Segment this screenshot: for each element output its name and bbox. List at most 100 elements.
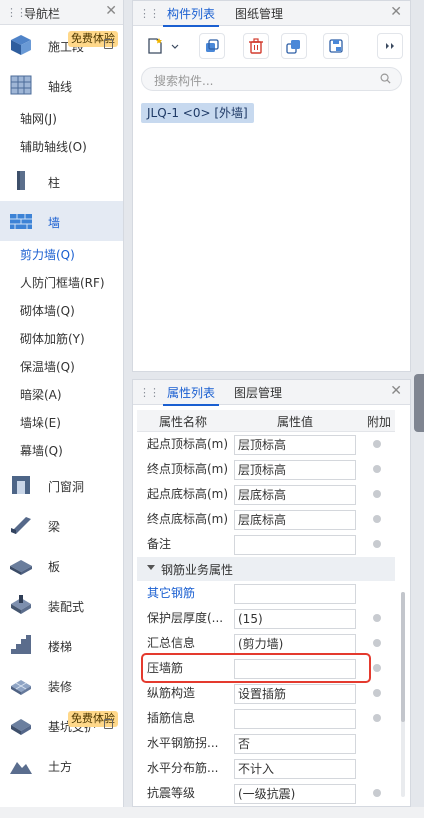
tab-property-list[interactable]: 属性列表 <box>162 384 220 406</box>
nav-category-foundation-pit[interactable]: 基坑支护 免费体验 <box>0 705 123 745</box>
extra-checkbox[interactable] <box>373 789 381 797</box>
nav-header: ⋮⋮ 导航栏 ✕ <box>0 0 123 25</box>
nav-category-earthwork[interactable]: 土方 <box>0 745 123 785</box>
nav-category-stairs[interactable]: 楼梯 <box>0 625 123 665</box>
nav-item-aux-axis[interactable]: 辅助轴线(O) <box>0 133 123 161</box>
extra-checkbox[interactable] <box>373 664 381 672</box>
column-icon <box>17 171 25 190</box>
nav-item-axis-grid[interactable]: 轴网(J) <box>0 105 123 133</box>
nav-category-label: 土方 <box>48 760 73 774</box>
extra-checkbox[interactable] <box>373 515 381 523</box>
nav-item-hidden-beam[interactable]: 暗梁(A) <box>0 381 123 409</box>
collapse-triangle-icon[interactable] <box>147 565 155 570</box>
nav-category-axis[interactable]: 轴线 <box>0 65 123 105</box>
save-template-button[interactable] <box>323 33 349 59</box>
property-name-link[interactable]: 其它钢筋 <box>137 581 232 606</box>
extra-checkbox[interactable] <box>373 614 381 622</box>
beam-icon <box>11 517 31 534</box>
extra-checkbox[interactable] <box>373 689 381 697</box>
nav-category-decoration[interactable]: 装修 <box>0 665 123 705</box>
nav-item-shear-wall[interactable]: 剪力墙(Q) <box>0 241 123 269</box>
property-value-input[interactable]: (剪力墙) <box>234 634 356 654</box>
property-name: 水平分布筋... <box>147 761 219 775</box>
close-icon[interactable]: ✕ <box>390 4 402 20</box>
property-value-input[interactable] <box>234 535 356 555</box>
column-header-value: 属性值 <box>277 415 314 429</box>
search-input[interactable]: 搜索构件... <box>154 72 213 89</box>
lock-icon <box>104 719 113 729</box>
nav-item-wall-pier[interactable]: 墙垛(E) <box>0 409 123 437</box>
copy-component-button[interactable] <box>199 33 225 59</box>
nav-item-civil-defense-wall[interactable]: 人防门框墙(RF) <box>0 269 123 297</box>
nav-item-masonry-reinforcement[interactable]: 砌体加筋(Y) <box>0 325 123 353</box>
nav-item-curtain-wall[interactable]: 幕墙(Q) <box>0 437 123 465</box>
drag-grip-icon[interactable]: ⋮⋮ <box>139 386 160 399</box>
extra-checkbox[interactable] <box>373 490 381 498</box>
delete-component-button[interactable] <box>243 33 269 59</box>
tab-layer-management[interactable]: 图层管理 <box>234 384 282 401</box>
stairs-icon <box>11 635 31 654</box>
property-value-input[interactable]: (一级抗震) <box>234 784 356 804</box>
property-value-input[interactable]: 设置插筋 <box>234 684 356 704</box>
nav-item-insulation-wall[interactable]: 保温墙(Q) <box>0 353 123 381</box>
layers-copy-icon <box>286 40 300 54</box>
extra-checkbox[interactable] <box>373 714 381 722</box>
nav-category-prefab[interactable]: 装配式 <box>0 585 123 625</box>
new-component-button[interactable] <box>143 33 183 59</box>
extra-checkbox[interactable] <box>373 639 381 647</box>
nav-category-wall[interactable]: 墙 <box>0 201 123 241</box>
duplicate-floor-button[interactable] <box>281 33 307 59</box>
tab-drawing-management[interactable]: 图纸管理 <box>235 5 283 22</box>
nav-item-masonry-wall[interactable]: 砌体墙(Q) <box>0 297 123 325</box>
more-button[interactable] <box>377 33 403 59</box>
component-search[interactable]: 搜索构件... <box>141 67 402 91</box>
drag-grip-icon[interactable]: ⋮⋮ <box>139 7 160 20</box>
property-value-input[interactable]: 否 <box>234 734 356 754</box>
property-value-input[interactable]: 层顶标高 <box>234 435 356 455</box>
side-panel-handle[interactable] <box>414 374 424 432</box>
property-name: 插筋信息 <box>147 711 196 725</box>
property-value-input[interactable] <box>234 584 356 604</box>
nav-category-label: 墙 <box>48 216 61 230</box>
rebar-properties-section[interactable]: 钢筋业务属性 <box>137 557 395 581</box>
component-item-jlq-1[interactable]: JLQ-1 <0> [外墙] <box>141 103 254 123</box>
property-name: 抗震等级 <box>147 786 196 800</box>
property-row: 纵筋构造 设置插筋 <box>137 681 395 706</box>
component-list-panel: ⋮⋮ 构件列表 图纸管理 ✕ 搜索构件... JLQ-1 <0> [外墙] <box>132 0 411 372</box>
nav-category-label: 轴线 <box>48 80 73 94</box>
close-icon[interactable]: ✕ <box>105 3 117 19</box>
property-row: 插筋信息 <box>137 706 395 731</box>
trash-icon <box>249 38 263 54</box>
property-value-input[interactable]: 层顶标高 <box>234 460 356 480</box>
property-row: 起点底标高(m) 层底标高 <box>137 482 395 507</box>
nav-category-slab[interactable]: 板 <box>0 545 123 585</box>
component-panel-header: ⋮⋮ 构件列表 图纸管理 ✕ <box>133 1 410 27</box>
slab-icon <box>10 560 32 575</box>
nav-category-label: 楼梯 <box>48 640 73 654</box>
drag-grip-icon[interactable]: ⋮⋮ <box>6 6 27 19</box>
property-value-input[interactable]: 层底标高 <box>234 510 356 530</box>
property-value-input[interactable]: 层底标高 <box>234 485 356 505</box>
property-value-input[interactable] <box>234 709 356 729</box>
status-bar <box>0 807 424 818</box>
extra-checkbox[interactable] <box>373 540 381 548</box>
close-icon[interactable]: ✕ <box>390 383 402 399</box>
property-table: 属性名称 属性值 附加 起点顶标高(m) 层顶标高 终点顶标高(m) 层顶标高 … <box>137 410 395 806</box>
property-value-input[interactable]: (15) <box>234 609 356 629</box>
save-icon <box>329 39 343 53</box>
column-header-name: 属性名称 <box>159 415 208 429</box>
scrollbar-thumb[interactable] <box>401 592 405 722</box>
nav-category-column[interactable]: 柱 <box>0 161 123 201</box>
nav-category-construction-section[interactable]: 施工段 免费体验 <box>0 25 123 65</box>
nav-category-label: 装配式 <box>48 600 85 614</box>
property-value-input[interactable]: 不计入 <box>234 759 356 779</box>
property-name: 备注 <box>147 537 172 551</box>
extra-checkbox[interactable] <box>373 440 381 448</box>
nav-category-label: 梁 <box>48 520 61 534</box>
tab-component-list[interactable]: 构件列表 <box>162 5 220 27</box>
extra-checkbox[interactable] <box>373 465 381 473</box>
search-icon[interactable] <box>380 73 391 84</box>
nav-category-beam[interactable]: 梁 <box>0 505 123 545</box>
nav-category-door-window[interactable]: 门窗洞 <box>0 465 123 505</box>
nav-category-label: 柱 <box>48 176 61 190</box>
